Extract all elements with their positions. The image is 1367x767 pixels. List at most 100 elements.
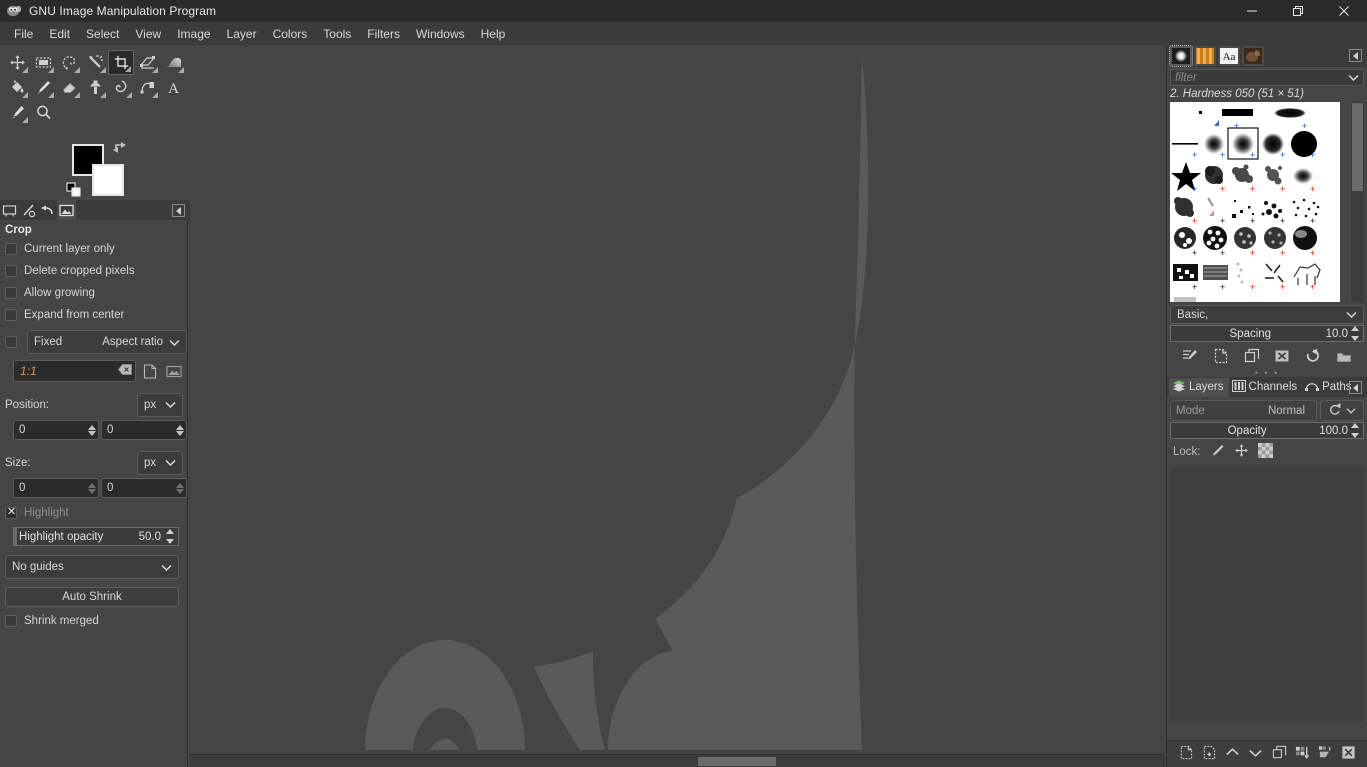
paintbrush-tool[interactable] bbox=[30, 75, 56, 100]
new-layer-icon[interactable] bbox=[1179, 745, 1194, 763]
color-picker-tool[interactable] bbox=[4, 100, 30, 125]
patterns-tab[interactable] bbox=[1194, 46, 1216, 66]
menu-layer[interactable]: Layer bbox=[219, 24, 265, 44]
anchor-layer-icon[interactable] bbox=[1295, 745, 1310, 763]
option-expand-from-center[interactable]: Expand from center bbox=[0, 304, 187, 326]
menu-select[interactable]: Select bbox=[78, 24, 127, 44]
menu-view[interactable]: View bbox=[127, 24, 169, 44]
option-current-layer-only[interactable]: Current layer only bbox=[0, 238, 187, 260]
zoom-tool[interactable] bbox=[30, 100, 56, 125]
menu-help[interactable]: Help bbox=[473, 24, 514, 44]
layers-dock-menu-button[interactable] bbox=[1349, 381, 1362, 394]
landscape-orientation-button[interactable] bbox=[164, 361, 184, 381]
brush-filter-input[interactable]: filter bbox=[1170, 69, 1364, 86]
highlight-opacity-stepper[interactable] bbox=[166, 529, 176, 544]
menu-edit[interactable]: Edit bbox=[41, 24, 78, 44]
smudge-tool[interactable] bbox=[108, 75, 134, 100]
checkbox-fixed[interactable] bbox=[5, 336, 17, 348]
close-button[interactable] bbox=[1321, 0, 1367, 22]
guides-combo[interactable]: No guides bbox=[5, 555, 179, 579]
merge-down-icon[interactable] bbox=[1318, 745, 1333, 763]
crop-tool[interactable] bbox=[108, 50, 134, 75]
highlight-opacity-slider[interactable]: Highlight opacity 50.0 bbox=[13, 527, 179, 546]
brush-spacing-slider[interactable]: Spacing 10.0 bbox=[1170, 325, 1364, 342]
opacity-stepper[interactable] bbox=[1351, 423, 1361, 438]
lock-alpha-channel-icon[interactable] bbox=[1257, 443, 1273, 461]
dock-drag-handle[interactable]: • • • bbox=[1167, 368, 1367, 378]
auto-shrink-button[interactable]: Auto Shrink bbox=[5, 587, 179, 607]
fixed-aspect-combo[interactable]: Fixed Aspect ratio bbox=[27, 330, 187, 354]
clear-entry-icon[interactable] bbox=[117, 364, 132, 378]
edit-brush-icon[interactable] bbox=[1182, 348, 1198, 367]
open-brush-as-image-icon[interactable] bbox=[1336, 348, 1352, 367]
background-color-swatch[interactable] bbox=[92, 164, 124, 196]
position-y-stepper[interactable] bbox=[174, 421, 186, 439]
position-x-stepper[interactable] bbox=[86, 421, 98, 439]
delete-layer-icon[interactable] bbox=[1341, 745, 1356, 763]
fonts-tab[interactable]: Aa bbox=[1218, 46, 1240, 66]
layer-opacity-slider[interactable]: Opacity 100.0 bbox=[1170, 422, 1364, 439]
option-allow-growing[interactable]: Allow growing bbox=[0, 282, 187, 304]
checkbox-delete-cropped-pixels[interactable] bbox=[5, 265, 17, 277]
default-colors-icon[interactable] bbox=[66, 182, 82, 198]
brush-grid-scrollbar-thumb[interactable] bbox=[1352, 103, 1363, 191]
canvas-area[interactable] bbox=[190, 45, 1165, 767]
brushes-tab[interactable] bbox=[1169, 45, 1193, 67]
document-history-tab[interactable] bbox=[1242, 46, 1264, 66]
duplicate-layer-icon[interactable] bbox=[1272, 745, 1287, 763]
portrait-orientation-button[interactable] bbox=[140, 361, 160, 381]
horizontal-scrollbar-thumb[interactable] bbox=[698, 757, 776, 766]
menu-filters[interactable]: Filters bbox=[359, 24, 408, 44]
option-shrink-merged[interactable]: Shrink merged bbox=[0, 610, 187, 632]
fuzzy-select-tool[interactable] bbox=[82, 50, 108, 75]
transform-tool[interactable] bbox=[134, 50, 160, 75]
maximize-button[interactable] bbox=[1275, 0, 1321, 22]
size-unit-combo[interactable]: px bbox=[137, 450, 183, 475]
tab-channels[interactable]: Channels bbox=[1229, 378, 1303, 397]
option-delete-cropped-pixels[interactable]: Delete cropped pixels bbox=[0, 260, 187, 282]
gradient-tool[interactable] bbox=[160, 50, 186, 75]
checkbox-shrink-merged[interactable] bbox=[5, 615, 17, 627]
free-select-tool[interactable] bbox=[56, 50, 82, 75]
position-unit-combo[interactable]: px bbox=[137, 392, 183, 417]
position-x-input[interactable]: 0 bbox=[13, 420, 99, 440]
brush-tag-combo[interactable]: Basic, bbox=[1170, 305, 1364, 324]
delete-brush-icon[interactable] bbox=[1274, 348, 1290, 367]
lock-pixels-icon[interactable] bbox=[1210, 443, 1225, 461]
path-tool[interactable] bbox=[134, 75, 160, 100]
tab-layers[interactable]: Layers bbox=[1169, 377, 1229, 397]
spacing-stepper[interactable] bbox=[1350, 326, 1361, 341]
checkbox-expand-from-center[interactable] bbox=[5, 309, 17, 321]
menu-windows[interactable]: Windows bbox=[408, 24, 473, 44]
clone-tool[interactable] bbox=[82, 75, 108, 100]
undo-history-tab[interactable] bbox=[38, 200, 57, 220]
bucket-fill-tool[interactable] bbox=[4, 75, 30, 100]
raise-layer-icon[interactable] bbox=[1225, 745, 1240, 763]
menu-tools[interactable]: Tools bbox=[315, 24, 359, 44]
size-width-stepper[interactable] bbox=[86, 479, 98, 497]
layer-mode-combo[interactable]: Mode Normal bbox=[1170, 400, 1317, 421]
swap-colors-icon[interactable] bbox=[112, 140, 128, 156]
checkbox-current-layer-only[interactable] bbox=[5, 243, 17, 255]
brush-grid-scrollbar[interactable] bbox=[1351, 102, 1364, 302]
refresh-brushes-icon[interactable] bbox=[1305, 348, 1321, 367]
move-tool[interactable] bbox=[4, 50, 30, 75]
menu-colors[interactable]: Colors bbox=[265, 24, 316, 44]
new-brush-icon[interactable] bbox=[1213, 348, 1229, 367]
toolbox-dock-menu-button[interactable] bbox=[172, 204, 185, 217]
brushes-dock-menu-button[interactable] bbox=[1349, 49, 1362, 62]
horizontal-scrollbar[interactable] bbox=[190, 754, 1165, 767]
position-y-input[interactable]: 0 bbox=[101, 420, 187, 440]
rectangle-select-tool[interactable] bbox=[30, 50, 56, 75]
eraser-tool[interactable] bbox=[56, 75, 82, 100]
menu-image[interactable]: Image bbox=[169, 24, 218, 44]
checkbox-highlight[interactable] bbox=[5, 505, 17, 519]
option-highlight[interactable]: Highlight bbox=[0, 502, 187, 524]
size-height-stepper[interactable] bbox=[174, 479, 186, 497]
device-status-tab[interactable] bbox=[19, 200, 38, 220]
duplicate-brush-icon[interactable] bbox=[1244, 348, 1260, 367]
text-tool[interactable]: A bbox=[160, 75, 186, 100]
menu-file[interactable]: File bbox=[6, 24, 41, 44]
lower-layer-icon[interactable] bbox=[1248, 745, 1263, 763]
lock-position-icon[interactable] bbox=[1234, 443, 1249, 461]
